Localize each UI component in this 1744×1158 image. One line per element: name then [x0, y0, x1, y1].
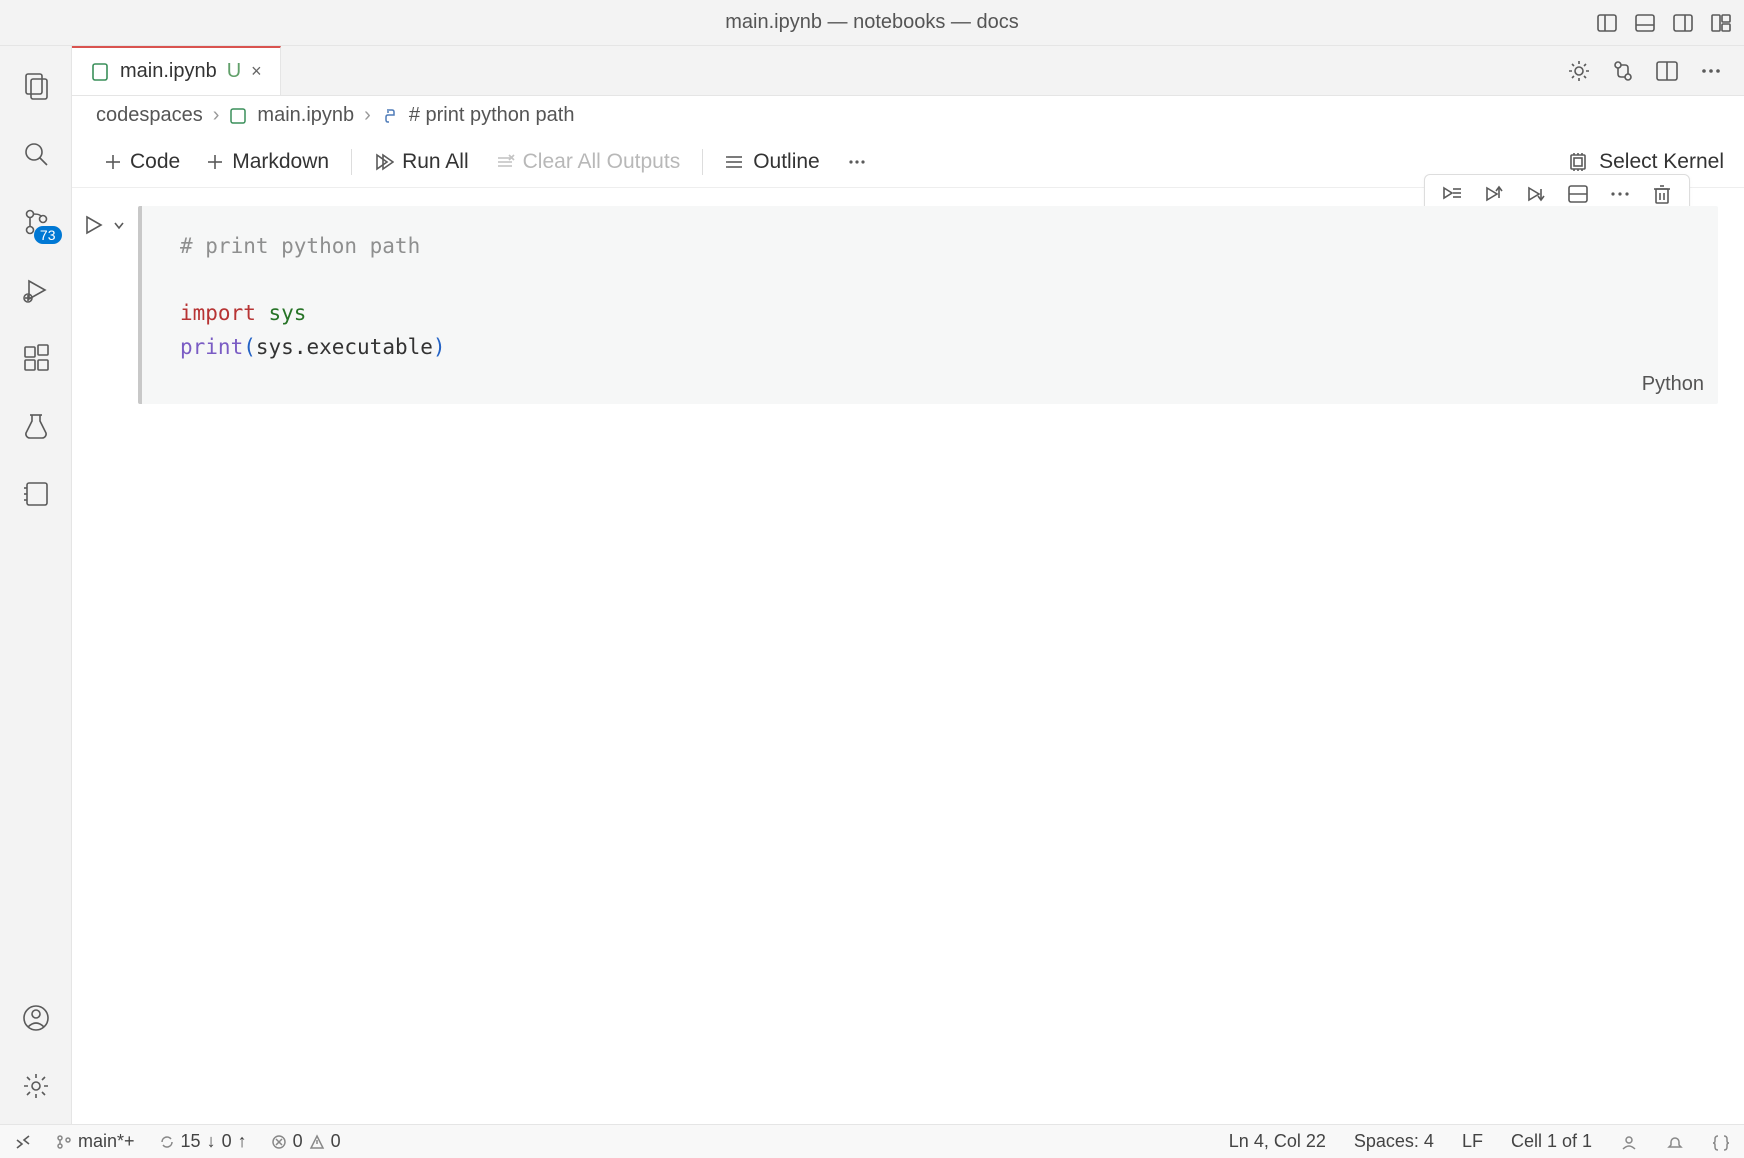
sync-indicator[interactable]: 15 ↓ 0 ↑: [159, 1131, 247, 1152]
cursor-position[interactable]: Ln 4, Col 22: [1229, 1131, 1326, 1152]
editor-actions: [1566, 46, 1744, 95]
arrow-up-icon: ↑: [238, 1131, 247, 1152]
sync-up-count: 0: [222, 1131, 232, 1152]
cell-container: # print python path import sys print(sys…: [82, 206, 1718, 404]
code-func: print: [180, 335, 243, 359]
code-attr: executable: [306, 335, 432, 359]
add-markdown-cell-button[interactable]: Markdown: [194, 144, 341, 180]
tab-label: main.ipynb: [120, 60, 217, 83]
add-markdown-label: Markdown: [232, 150, 329, 174]
execute-above-icon[interactable]: [1481, 181, 1507, 207]
git-branch-indicator[interactable]: main*+: [56, 1131, 135, 1152]
run-all-label: Run All: [402, 150, 469, 174]
bracket-icon[interactable]: [1712, 1133, 1730, 1151]
remote-indicator[interactable]: [14, 1133, 32, 1151]
notifications-icon[interactable]: [1666, 1133, 1684, 1151]
testing-icon[interactable]: [20, 410, 52, 442]
toggle-left-panel-icon[interactable]: [1596, 12, 1618, 34]
chevron-right-icon: ›: [213, 104, 220, 127]
more-actions-icon[interactable]: [1698, 58, 1724, 84]
code-dot: .: [294, 335, 307, 359]
feedback-icon[interactable]: [1620, 1133, 1638, 1151]
outline-label: Outline: [753, 150, 820, 174]
indentation-indicator[interactable]: Spaces: 4: [1354, 1131, 1434, 1152]
code-paren: (: [243, 335, 256, 359]
sync-down-count: 15: [181, 1131, 201, 1152]
editor-area: main.ipynb U × codespaces: [72, 46, 1744, 1124]
execute-below-icon[interactable]: [1523, 181, 1549, 207]
diff-icon[interactable]: [1610, 58, 1636, 84]
code-comment: # print python path: [180, 234, 420, 258]
toolbar-divider: [702, 149, 703, 175]
outline-button[interactable]: Outline: [713, 144, 832, 180]
cell-collapse-chevron-icon[interactable]: [112, 218, 128, 234]
tab-modified-marker: U: [227, 60, 241, 83]
run-cell-button[interactable]: [82, 214, 106, 238]
eol-indicator[interactable]: LF: [1462, 1131, 1483, 1152]
toolbar-more-button[interactable]: [834, 145, 880, 179]
code-ident: sys: [256, 335, 294, 359]
toggle-right-panel-icon[interactable]: [1672, 12, 1694, 34]
code-keyword: import: [180, 301, 256, 325]
code-paren: ): [433, 335, 446, 359]
notebook-file-icon: [90, 62, 110, 82]
settings-gear-icon[interactable]: [20, 1070, 52, 1102]
notebook-file-icon: [229, 107, 247, 125]
warning-count: 0: [331, 1131, 341, 1152]
select-kernel-label: Select Kernel: [1599, 150, 1724, 174]
run-by-line-icon[interactable]: [1439, 181, 1465, 207]
add-code-cell-button[interactable]: Code: [92, 144, 192, 180]
accounts-icon[interactable]: [20, 1002, 52, 1034]
cell-position-indicator[interactable]: Cell 1 of 1: [1511, 1131, 1592, 1152]
search-icon[interactable]: [20, 138, 52, 170]
code-module: sys: [269, 301, 307, 325]
titlebar: main.ipynb — notebooks — docs: [0, 0, 1744, 46]
clear-outputs-button[interactable]: Clear All Outputs: [483, 144, 693, 180]
delete-cell-icon[interactable]: [1649, 181, 1675, 207]
notebook-settings-icon[interactable]: [1566, 58, 1592, 84]
titlebar-layout-controls: [1596, 12, 1732, 34]
split-editor-icon[interactable]: [1654, 58, 1680, 84]
cell-more-icon[interactable]: [1607, 181, 1633, 207]
split-cell-icon[interactable]: [1565, 181, 1591, 207]
problems-indicator[interactable]: 0 0: [271, 1131, 341, 1152]
tab-bar: main.ipynb U ×: [72, 46, 1744, 96]
activity-bar: 73: [0, 46, 72, 1124]
branch-name: main*+: [78, 1131, 135, 1152]
run-debug-icon[interactable]: [20, 274, 52, 306]
notebook-panel-icon[interactable]: [20, 478, 52, 510]
tab-close-button[interactable]: ×: [251, 61, 262, 82]
window-title: main.ipynb — notebooks — docs: [725, 11, 1019, 34]
run-all-button[interactable]: Run All: [362, 144, 481, 180]
explorer-icon[interactable]: [20, 70, 52, 102]
error-count: 0: [293, 1131, 303, 1152]
breadcrumb-seg-folder[interactable]: codespaces: [96, 104, 203, 127]
select-kernel-button[interactable]: Select Kernel: [1567, 150, 1724, 174]
scm-badge: 73: [34, 226, 62, 244]
kernel-icon: [1567, 151, 1589, 173]
code-content[interactable]: # print python path import sys print(sys…: [180, 230, 1698, 364]
extensions-icon[interactable]: [20, 342, 52, 374]
status-bar: main*+ 15 ↓ 0 ↑ 0 0 Ln 4, Col 22 Spaces: 4…: [0, 1124, 1744, 1158]
python-icon: [381, 107, 399, 125]
chevron-right-icon: ›: [364, 104, 371, 127]
cell-language-label[interactable]: Python: [1642, 373, 1704, 396]
toggle-bottom-panel-icon[interactable]: [1634, 12, 1656, 34]
cell-gutter: [82, 206, 138, 238]
notebook-body: # print python path import sys print(sys…: [72, 188, 1744, 1124]
source-control-icon[interactable]: 73: [20, 206, 52, 238]
toolbar-divider: [351, 149, 352, 175]
tab-main-ipynb[interactable]: main.ipynb U ×: [72, 46, 281, 95]
breadcrumb[interactable]: codespaces › main.ipynb › # print python…: [72, 96, 1744, 136]
code-cell[interactable]: # print python path import sys print(sys…: [138, 206, 1718, 404]
add-code-label: Code: [130, 150, 180, 174]
arrow-down-icon: ↓: [207, 1131, 216, 1152]
breadcrumb-seg-file[interactable]: main.ipynb: [257, 104, 354, 127]
breadcrumb-seg-cell[interactable]: # print python path: [409, 104, 575, 127]
clear-outputs-label: Clear All Outputs: [523, 150, 681, 174]
customize-layout-icon[interactable]: [1710, 12, 1732, 34]
